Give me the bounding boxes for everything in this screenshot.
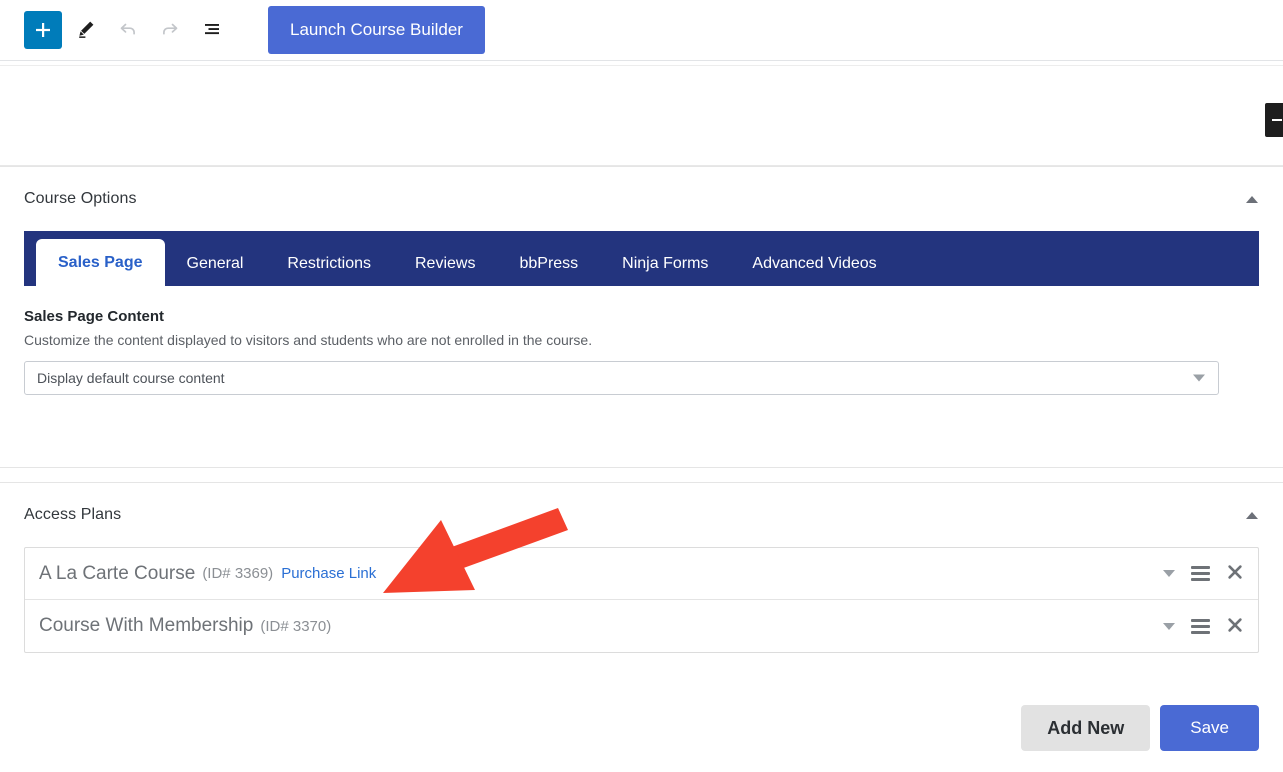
tab-sales-page[interactable]: Sales Page bbox=[36, 239, 165, 286]
content-divider bbox=[0, 65, 1283, 66]
tab-advanced-videos[interactable]: Advanced Videos bbox=[730, 242, 898, 286]
course-options-panel: Course Options Sales Page General Restri… bbox=[0, 166, 1283, 468]
purchase-link[interactable]: Purchase Link bbox=[281, 565, 376, 582]
tab-label: Advanced Videos bbox=[752, 255, 877, 272]
tab-bbpress[interactable]: bbPress bbox=[497, 242, 600, 286]
add-block-button[interactable] bbox=[24, 11, 62, 49]
pencil-icon bbox=[75, 18, 97, 43]
sales-page-content-heading: Sales Page Content bbox=[24, 308, 165, 325]
caret-down-icon bbox=[1163, 622, 1175, 630]
course-options-collapse-button[interactable] bbox=[1237, 184, 1267, 214]
edit-mode-button[interactable] bbox=[68, 12, 104, 48]
plan-expand-button[interactable] bbox=[1163, 570, 1175, 577]
tab-restrictions[interactable]: Restrictions bbox=[265, 242, 393, 286]
drag-handle-icon bbox=[1191, 616, 1210, 637]
sales-page-content-select[interactable]: Display default course content bbox=[24, 361, 1219, 395]
plan-name: Course With Membership bbox=[39, 615, 254, 636]
editor-toolbar: Launch Course Builder bbox=[0, 0, 1283, 61]
caret-down-icon bbox=[1163, 570, 1175, 577]
course-options-title: Course Options bbox=[24, 190, 137, 207]
plan-row-actions bbox=[1163, 548, 1244, 599]
course-options-header: Course Options bbox=[0, 167, 1283, 231]
save-button[interactable]: Save bbox=[1160, 705, 1259, 751]
undo-icon bbox=[116, 17, 140, 44]
tab-ninja-forms[interactable]: Ninja Forms bbox=[600, 242, 730, 286]
sales-page-content-select-value: Display default course content bbox=[37, 370, 225, 386]
document-outline-icon bbox=[200, 17, 224, 44]
plus-icon bbox=[33, 20, 53, 40]
tab-general[interactable]: General bbox=[165, 242, 266, 286]
post-content-area bbox=[0, 61, 1283, 166]
access-plans-list: A La Carte Course (ID# 3369) Purchase Li… bbox=[24, 547, 1259, 653]
plan-expand-button[interactable] bbox=[1163, 622, 1175, 630]
launch-course-builder-button[interactable]: Launch Course Builder bbox=[268, 6, 485, 54]
close-icon bbox=[1226, 563, 1244, 584]
plan-id: (ID# 3370) bbox=[260, 617, 332, 635]
sales-page-tab-panel: Sales Page Content Customize the content… bbox=[0, 286, 1283, 395]
drag-handle-icon bbox=[1191, 563, 1210, 584]
close-icon bbox=[1226, 616, 1244, 637]
tab-reviews[interactable]: Reviews bbox=[393, 242, 497, 286]
undo-button[interactable] bbox=[110, 12, 146, 48]
tab-label: Reviews bbox=[415, 255, 476, 272]
course-options-tabs: Sales Page General Restrictions Reviews … bbox=[24, 231, 1259, 286]
access-plans-panel: Access Plans A La Carte Course (ID# 3369… bbox=[0, 482, 1283, 772]
collapse-sidebar-icon bbox=[1272, 119, 1282, 121]
access-plans-header: Access Plans bbox=[0, 483, 1283, 547]
launch-course-builder-label: Launch Course Builder bbox=[290, 20, 463, 39]
redo-button[interactable] bbox=[152, 12, 188, 48]
tab-label: Sales Page bbox=[58, 253, 143, 271]
table-row[interactable]: Course With Membership (ID# 3370) bbox=[25, 600, 1258, 652]
tab-label: Restrictions bbox=[287, 255, 371, 272]
access-plans-footer: Add New Save bbox=[1021, 705, 1259, 751]
access-plans-title: Access Plans bbox=[24, 506, 122, 523]
sales-page-content-description: Customize the content displayed to visit… bbox=[24, 332, 593, 348]
document-outline-button[interactable] bbox=[194, 12, 230, 48]
tab-label: bbPress bbox=[519, 255, 579, 272]
caret-down-icon bbox=[1193, 374, 1205, 382]
redo-icon bbox=[158, 17, 182, 44]
tab-label: Ninja Forms bbox=[622, 255, 709, 272]
table-row[interactable]: A La Carte Course (ID# 3369) Purchase Li… bbox=[25, 548, 1258, 600]
plan-delete-button[interactable] bbox=[1226, 616, 1244, 637]
sidebar-toggle-handle[interactable] bbox=[1265, 103, 1283, 137]
plan-drag-handle[interactable] bbox=[1191, 616, 1210, 637]
plan-name: A La Carte Course bbox=[39, 562, 196, 584]
plan-id: (ID# 3369) bbox=[202, 565, 274, 582]
caret-up-icon bbox=[1246, 511, 1258, 519]
plan-delete-button[interactable] bbox=[1226, 563, 1244, 584]
plan-drag-handle[interactable] bbox=[1191, 563, 1210, 584]
add-new-button[interactable]: Add New bbox=[1021, 705, 1151, 751]
access-plans-collapse-button[interactable] bbox=[1237, 500, 1267, 530]
caret-up-icon bbox=[1246, 195, 1258, 203]
tab-label: General bbox=[186, 255, 244, 272]
plan-row-actions bbox=[1163, 600, 1244, 652]
